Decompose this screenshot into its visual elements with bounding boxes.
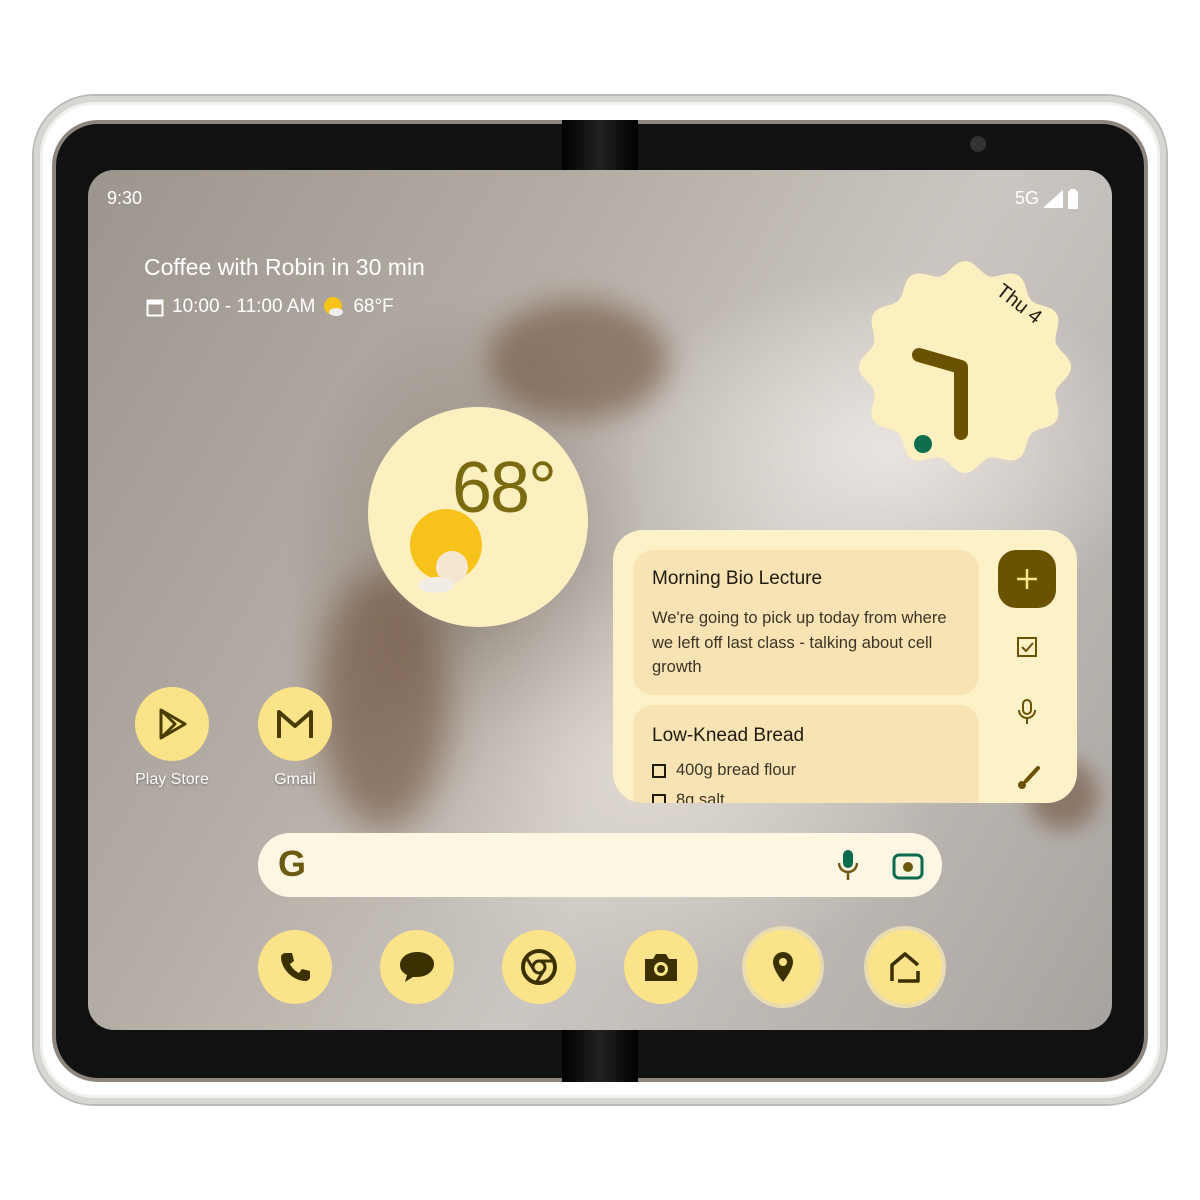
map-pin-icon: [773, 952, 793, 982]
dock-messages[interactable]: [380, 930, 454, 1004]
item-text: 400g bread flour: [676, 761, 797, 779]
app-play-store[interactable]: [135, 687, 209, 761]
checkbox-icon[interactable]: [652, 793, 666, 803]
notes-widget[interactable]: Morning Bio Lecture We're going to pick …: [613, 530, 1077, 803]
dock-camera[interactable]: [624, 930, 698, 1004]
glance-time-range: 10:00 - 11:00 AM: [172, 296, 316, 317]
note-body: We're going to pick up today from where …: [652, 609, 947, 676]
clock-face: [859, 261, 1071, 473]
brush-icon[interactable]: [1016, 766, 1040, 790]
note-card[interactable]: Morning Bio Lecture We're going to pick …: [633, 550, 979, 695]
messages-icon: [400, 952, 434, 982]
checkbox-icon[interactable]: [1016, 636, 1038, 658]
network-label: 5G: [1015, 188, 1040, 208]
dock-phone[interactable]: [258, 930, 332, 1004]
front-camera: [970, 136, 986, 152]
status-icons: 5G: [1015, 188, 1079, 209]
note-title: Morning Bio Lecture: [652, 568, 823, 589]
weather-widget[interactable]: 68°: [368, 407, 588, 627]
app-label: Gmail: [274, 771, 316, 788]
chrome-icon: [521, 949, 557, 985]
app-gmail[interactable]: [258, 687, 332, 761]
glance-temperature: 68°F: [353, 296, 394, 317]
weather-sun-icon: [324, 297, 344, 316]
lens-camera-icon[interactable]: [892, 850, 924, 880]
checkbox-icon[interactable]: [652, 763, 666, 778]
mic-icon[interactable]: [838, 849, 858, 881]
clock-widget[interactable]: Thu 4: [857, 259, 1073, 475]
gmail-icon: [277, 710, 313, 738]
checklist-item[interactable]: 400g bread flour: [652, 761, 796, 780]
new-note-button[interactable]: [998, 550, 1056, 608]
dock-maps[interactable]: [746, 930, 820, 1004]
note-card[interactable]: Low-Knead Bread 400g bread flour 8g salt: [633, 705, 979, 803]
status-time: 9:30: [107, 188, 143, 208]
glance-event[interactable]: Coffee with Robin in 30 min: [144, 254, 425, 281]
app-label: Play Store: [135, 771, 209, 788]
glance-details[interactable]: 10:00 - 11:00 AM 68°F: [146, 296, 394, 318]
dock-home[interactable]: [868, 930, 942, 1004]
home-icon: [890, 952, 920, 983]
play-store-icon: [159, 708, 187, 740]
plus-icon: [1017, 569, 1037, 589]
checklist-item[interactable]: 8g salt: [652, 791, 725, 803]
mic-icon[interactable]: [1017, 699, 1037, 725]
item-text: 8g salt: [676, 791, 725, 803]
phone-icon: [281, 953, 310, 981]
clock-second-dot: [914, 435, 932, 453]
signal-icon: [1043, 189, 1064, 208]
note-title: Low-Knead Bread: [652, 725, 805, 746]
dock-chrome[interactable]: [502, 930, 576, 1004]
sun-cloud-icon: [410, 509, 482, 593]
search-bar[interactable]: G: [258, 833, 942, 897]
camera-icon: [645, 954, 677, 981]
battery-icon: [1068, 188, 1079, 209]
google-logo: G: [278, 843, 307, 884]
calendar-icon: [146, 299, 164, 317]
